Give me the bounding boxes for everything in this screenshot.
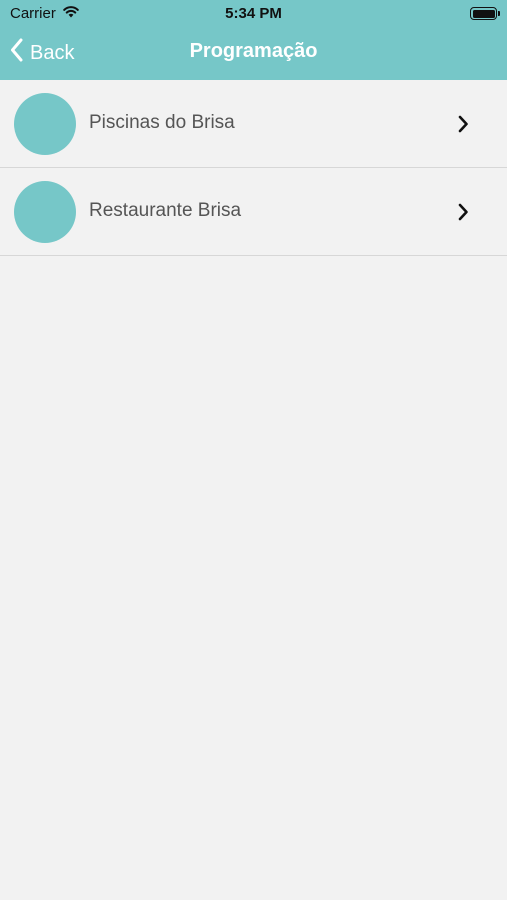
status-time: 5:34 PM <box>225 5 282 22</box>
list-item-restaurante[interactable]: Restaurante Brisa <box>0 168 507 256</box>
nav-bar: Back Programação <box>0 28 507 80</box>
list-item-piscinas[interactable]: Piscinas do Brisa <box>0 80 507 168</box>
list-item-label: Restaurante Brisa <box>89 200 242 221</box>
battery-icon <box>470 7 500 20</box>
list-item-label: Piscinas do Brisa <box>89 112 235 133</box>
status-bar: Carrier 5:34 PM <box>0 0 507 28</box>
page-title: Programação <box>189 40 318 62</box>
chevron-right-icon <box>457 203 469 226</box>
header: Carrier 5:34 PM Back Programação <box>0 0 507 80</box>
avatar <box>14 181 76 243</box>
program-list: Piscinas do Brisa Restaurante Brisa <box>0 80 507 256</box>
chevron-right-icon <box>457 115 469 138</box>
battery-level <box>472 9 495 18</box>
avatar <box>14 93 76 155</box>
